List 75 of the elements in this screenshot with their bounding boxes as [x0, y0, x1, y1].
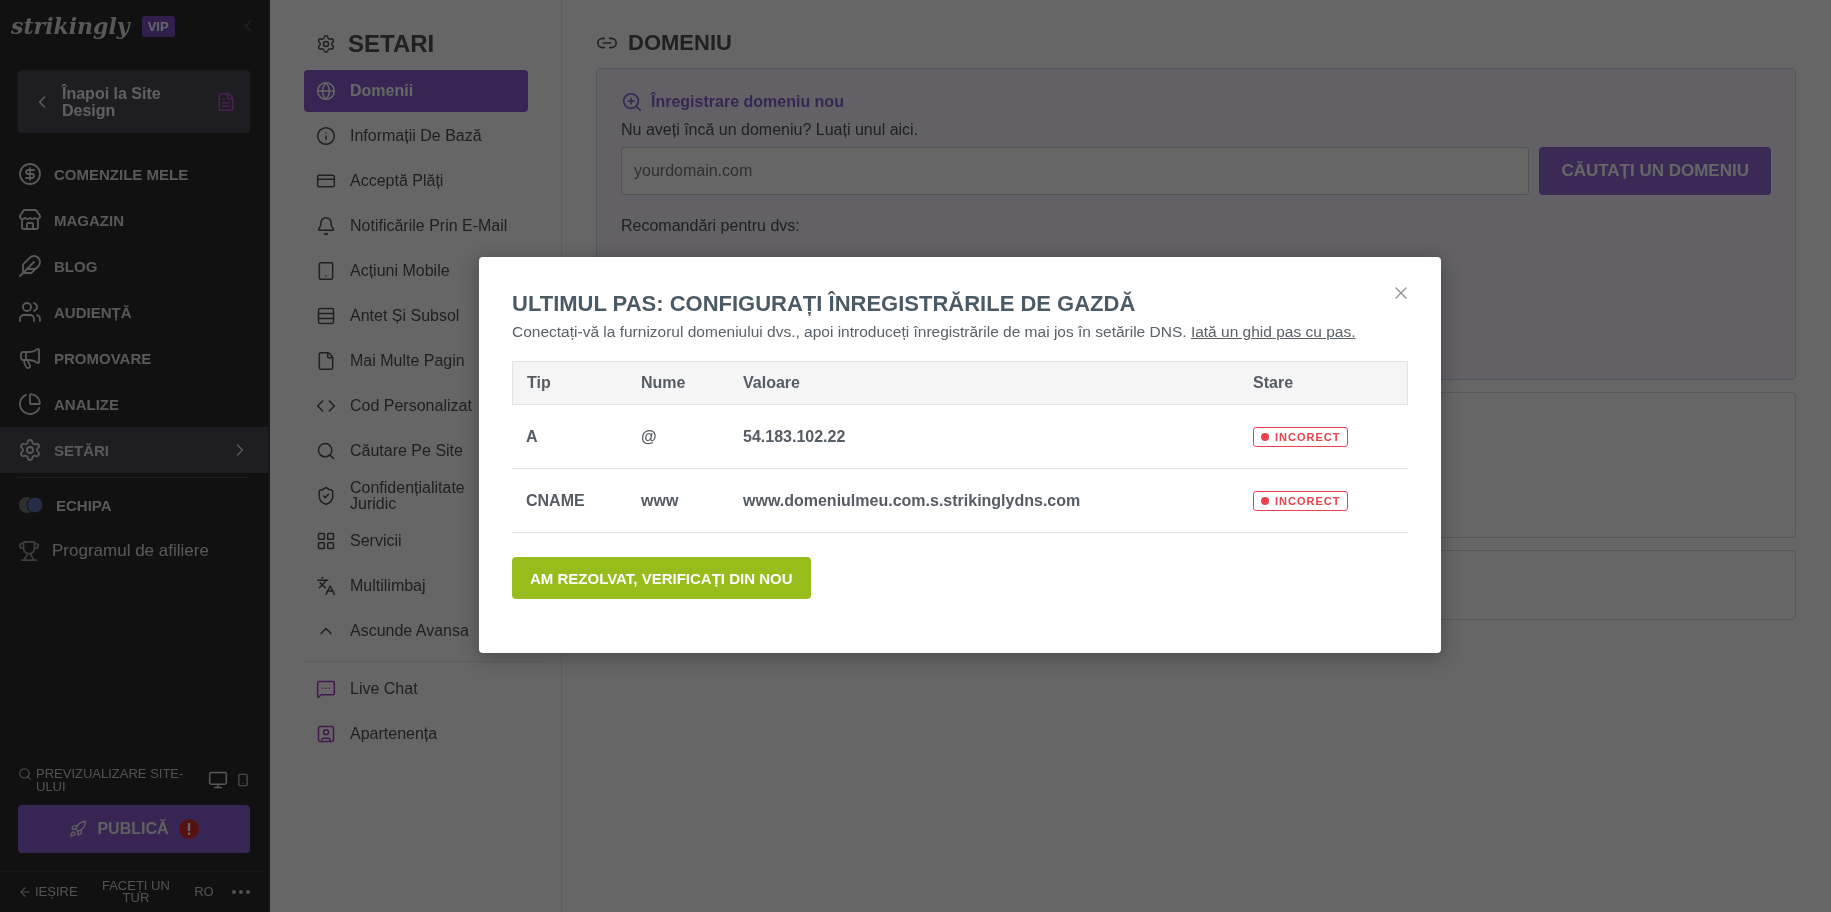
avatars-icon [18, 496, 44, 514]
settings-item[interactable]: Domenii [304, 70, 528, 112]
store-icon [18, 208, 42, 232]
chat-icon [316, 679, 336, 699]
preview-link[interactable]: PREVIZUALIZARE SITE-ULUI [18, 767, 200, 793]
rocket-icon [69, 820, 88, 838]
feather-icon [18, 254, 42, 278]
nav-item[interactable]: COMENZILE MELE [0, 151, 268, 197]
table-cell: www [627, 469, 729, 533]
table-cell: A [512, 405, 627, 469]
rows-icon [316, 306, 336, 326]
search-icon [316, 441, 336, 461]
info-icon [316, 126, 336, 146]
settings-item[interactable]: Acțiuni Mobile [304, 250, 528, 292]
card-heading: Înregistrare domeniu nou [651, 93, 844, 111]
exit-link[interactable]: IEȘIRE [18, 885, 78, 899]
tour-link[interactable]: FACEȚI UN TUR [95, 880, 176, 904]
shield-icon [316, 486, 336, 506]
zoom-in-icon [621, 91, 643, 113]
dollar-icon [18, 162, 42, 186]
user-square-icon [316, 724, 336, 744]
pie-chart-icon [18, 392, 42, 416]
nav-item[interactable]: AUDIENȚĂ [0, 289, 268, 335]
settings-item[interactable]: Apartenența [304, 713, 528, 755]
table-cell: www.domeniulmeu.com.s.strikinglydns.com [729, 469, 1239, 533]
status-badge: INCORECT [1253, 426, 1349, 447]
users-icon [18, 300, 42, 324]
nav-item[interactable]: MAGAZIN [0, 197, 268, 243]
settings-item[interactable]: Live Chat [304, 668, 528, 710]
bell-icon [316, 216, 336, 236]
back-button[interactable]: Înapoi la Site Design [18, 70, 250, 133]
search-icon [18, 767, 32, 781]
settings-item[interactable]: Ascunde Avansa [304, 610, 528, 652]
recommendations-label: Recomandări pentru dvs: [621, 217, 801, 235]
card-text: Nu aveți încă un domeniu? Luați unul aici. [621, 121, 920, 139]
nav-item[interactable]: ECHIPA [0, 482, 268, 528]
logo[interactable]: strikingly [11, 13, 130, 39]
status-badge: INCORECT [1253, 490, 1349, 511]
dialog-title: ULTIMUL PAS: CONFIGURAȚI ÎNREGISTRĂRILE DE GAZDĂ [512, 291, 1136, 317]
settings-item[interactable]: Notificările Prin E-Mail [304, 205, 528, 247]
page-icon [316, 351, 336, 371]
dialog-description: Conectați-vă la furnizorul domeniului dvs., apoi introduceți înregistrările de mai jos în setările DNS. Iată un ghid pas cu pas. [512, 323, 1357, 341]
domain-title: DOMENIU [628, 30, 732, 56]
language-link[interactable]: RO [194, 886, 214, 898]
nav-item[interactable]: PROMOVARE [0, 335, 268, 381]
grid-icon [316, 531, 336, 551]
column-header: Valoare [729, 361, 1239, 405]
monitor-icon [208, 770, 228, 790]
phone-icon [236, 773, 250, 787]
alert-icon [178, 819, 199, 839]
recheck-button[interactable]: AM REZOLVAT, VERIFICAȚI DIN NOU [512, 557, 811, 599]
table-cell: 54.183.102.22 [729, 405, 1239, 469]
guide-link[interactable]: Iată un ghid pas cu pas. [1190, 323, 1356, 340]
settings-item[interactable]: Acceptă Plăți [304, 160, 528, 202]
vip-badge: VIP [141, 15, 175, 37]
nav-item[interactable]: Programul de afiliere [0, 528, 268, 574]
document-icon [216, 91, 236, 112]
table-cell: @ [627, 405, 729, 469]
settings-title: SETARI [348, 30, 435, 58]
column-header: Nume [627, 361, 729, 405]
megaphone-icon [18, 346, 42, 370]
trophy-icon [18, 540, 40, 562]
table-cell: CNAME [512, 469, 627, 533]
globe-icon [316, 81, 336, 101]
nav-item[interactable]: ANALIZE [0, 381, 268, 427]
column-header: Tip [512, 361, 627, 405]
settings-icon [316, 34, 336, 54]
column-header: Stare [1239, 361, 1408, 405]
settings-icon [18, 438, 42, 462]
settings-item[interactable]: Informații De Bază [304, 115, 528, 157]
language-icon [316, 576, 336, 596]
card-icon [316, 171, 336, 191]
more-icon [231, 890, 250, 894]
tablet-icon [316, 261, 336, 281]
nav-item[interactable]: BLOG [0, 243, 268, 289]
